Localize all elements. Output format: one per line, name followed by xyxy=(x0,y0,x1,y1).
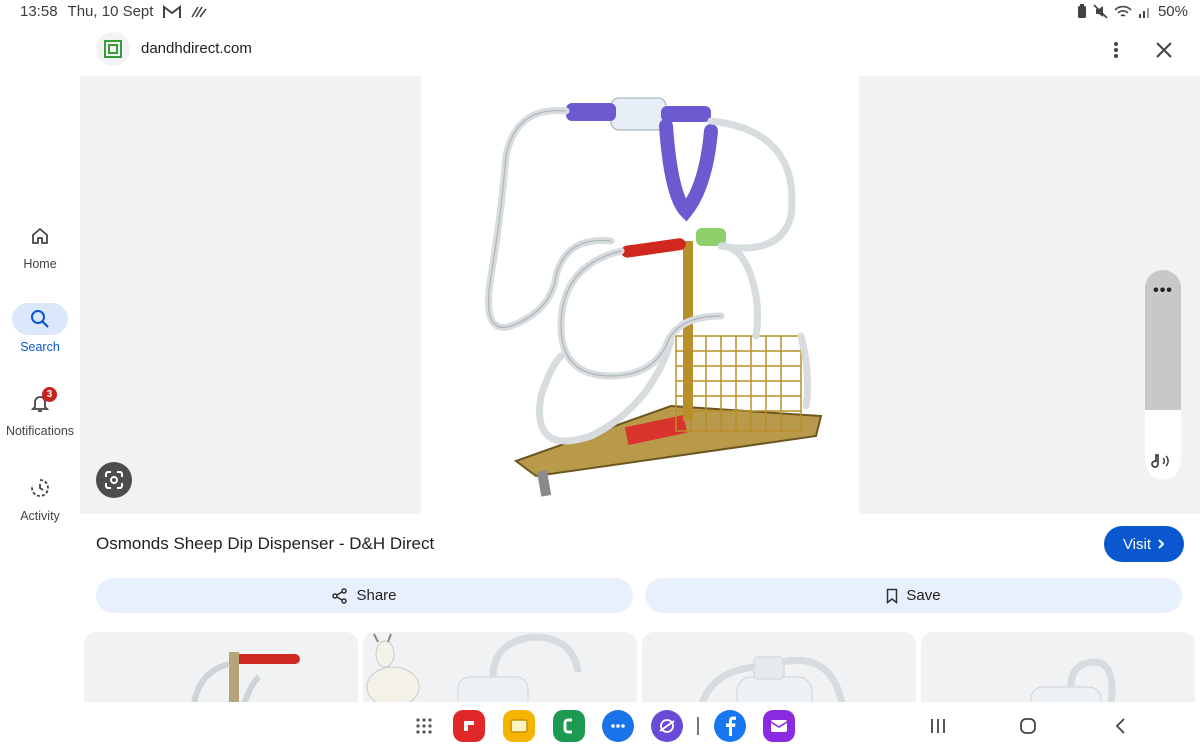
image-viewer xyxy=(80,76,1200,514)
search-icon xyxy=(12,303,68,335)
share-button[interactable]: Share xyxy=(96,578,633,613)
facebook-icon[interactable] xyxy=(714,710,746,742)
dispenser-bottle-image xyxy=(698,656,846,704)
sheep-dip-dispenser-image xyxy=(485,97,823,497)
site-logo-icon xyxy=(104,40,122,58)
home-button-icon[interactable] xyxy=(1012,710,1044,742)
result-title[interactable]: Osmonds Sheep Dip Dispenser - D&H Direct xyxy=(96,534,434,554)
phone-icon[interactable] xyxy=(553,710,585,742)
more-vert-icon xyxy=(1114,42,1118,58)
taskbar-divider xyxy=(697,717,699,735)
navigation-bar xyxy=(0,702,1200,750)
google-lens-button[interactable] xyxy=(96,462,132,498)
clock: 13:58 xyxy=(20,3,58,20)
chevron-right-icon xyxy=(1158,539,1165,549)
nav-label-notifications: Notifications xyxy=(5,424,75,438)
visit-label: Visit xyxy=(1122,535,1152,553)
related-image-2[interactable] xyxy=(363,632,637,704)
home-icon xyxy=(12,220,68,252)
save-button[interactable]: Save xyxy=(645,578,1182,613)
recents-icon[interactable] xyxy=(922,710,954,742)
goat-and-dispenser-image xyxy=(366,633,582,704)
wifi-icon xyxy=(1114,5,1132,19)
share-label: Share xyxy=(356,587,397,604)
app-drawer-icon[interactable] xyxy=(408,710,440,742)
gmail-icon xyxy=(163,4,182,19)
nav-item-home[interactable]: Home xyxy=(0,220,80,286)
notes-icon[interactable] xyxy=(503,710,535,742)
internet-icon[interactable] xyxy=(651,710,683,742)
battery-saver-icon xyxy=(1077,4,1087,19)
visit-button[interactable]: Visit xyxy=(1104,526,1184,562)
edge-panel-handle[interactable]: ••• xyxy=(1145,270,1181,480)
nav-label-search: Search xyxy=(20,340,60,354)
audio-eraser-icon[interactable] xyxy=(1151,452,1175,475)
more-options-button[interactable] xyxy=(1102,36,1130,64)
nav-label-activity: Activity xyxy=(20,509,60,523)
nav-item-notifications[interactable]: 3 Notifications xyxy=(0,387,80,453)
mute-icon xyxy=(1093,4,1108,19)
bookmark-icon xyxy=(887,588,898,604)
site-name[interactable]: dandhdirect.com xyxy=(141,40,252,57)
status-left: 13:58 Thu, 10 Sept xyxy=(20,3,208,20)
activity-icon xyxy=(12,472,68,504)
status-right: 50% xyxy=(1077,3,1188,20)
share-icon xyxy=(332,587,348,604)
email-icon[interactable] xyxy=(763,710,795,742)
bell-icon: 3 xyxy=(12,387,68,419)
nav-label-home: Home xyxy=(23,257,57,271)
related-image-1[interactable] xyxy=(84,632,358,704)
related-image-4[interactable] xyxy=(921,632,1195,704)
nav-item-search[interactable]: Search xyxy=(0,303,80,369)
save-label: Save xyxy=(906,587,941,604)
status-date: Thu, 10 Sept xyxy=(67,3,154,20)
lens-icon xyxy=(105,471,123,489)
notification-badge: 3 xyxy=(42,387,57,402)
close-button[interactable] xyxy=(1150,36,1178,64)
dispenser-handle-image xyxy=(191,652,300,704)
site-favicon xyxy=(96,32,130,66)
close-icon xyxy=(1156,42,1172,58)
flipboard-icon[interactable] xyxy=(453,710,485,742)
product-image[interactable] xyxy=(421,76,859,514)
related-image-3[interactable] xyxy=(642,632,916,704)
back-icon[interactable] xyxy=(1104,710,1136,742)
signal-icon xyxy=(1138,5,1152,19)
wave-icon xyxy=(191,5,208,19)
edge-more-icon: ••• xyxy=(1153,282,1173,299)
messages-icon[interactable] xyxy=(602,710,634,742)
nav-item-activity[interactable]: Activity xyxy=(0,472,80,538)
battery-percent: 50% xyxy=(1157,3,1188,20)
dispenser-bottle-2-image xyxy=(1030,658,1116,704)
status-bar: 13:58 Thu, 10 Sept 50% xyxy=(0,0,1200,26)
